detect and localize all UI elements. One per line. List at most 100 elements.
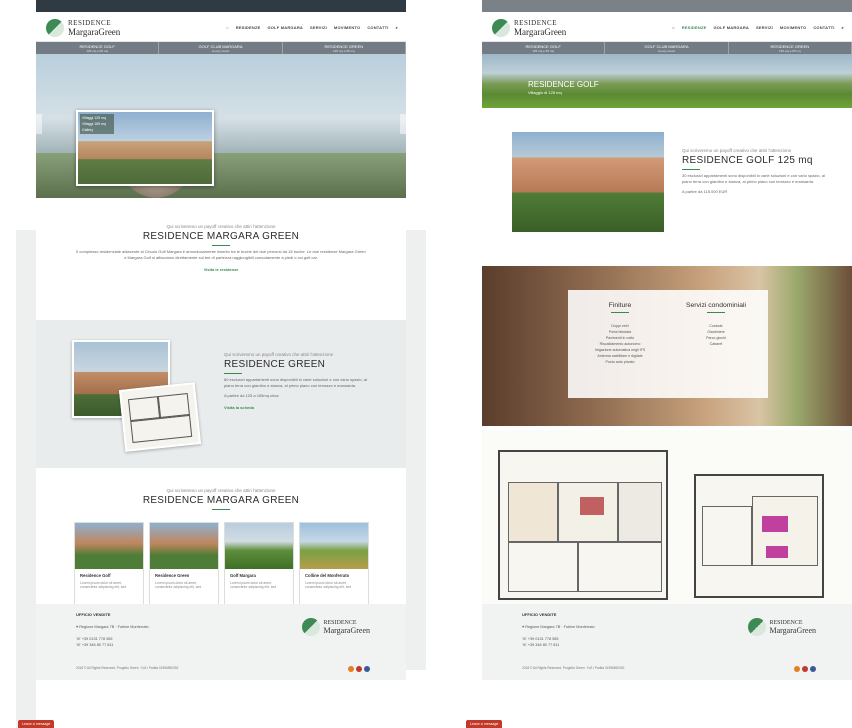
logo[interactable]: RESIDENCE MargaraGreen — [46, 17, 120, 39]
phone-icon: ☏ — [522, 637, 527, 641]
card-image — [225, 523, 293, 569]
card-colline[interactable]: Colline del Monferrato Lorem ipsum dolor… — [299, 522, 369, 608]
main-nav: RESIDENCE MargaraGreen ⌂ RESIDENZE GOLF … — [36, 12, 406, 42]
subnav-golf-club[interactable]: GOLF CLUB MARGARA Luxury resort — [159, 42, 283, 54]
search-icon[interactable]: ⌕ — [396, 25, 398, 30]
card-residence-golf[interactable]: Residence Golf Lorem ipsum dolor sit ame… — [74, 522, 144, 608]
subnav-residence-golf[interactable]: RESIDENCE GOLF 125 mq e 65 mq — [36, 42, 160, 54]
green-price: A partire da 125 a 165mq circa — [224, 393, 279, 398]
menu-item-residenze[interactable]: RESIDENZE — [236, 25, 261, 30]
green-text: 60 esclusivi appartamenti sono disponibi… — [224, 377, 367, 388]
interior-section: Finiture Doppi vetri Porta blindata Pavi… — [482, 266, 852, 426]
photo-overlay-menu: Villaggi 125 mq Villaggi 165 mq Gallery — [80, 114, 114, 134]
card-title: Colline del Monferrato — [305, 573, 350, 578]
leave-message-button[interactable]: Leave a message — [466, 720, 503, 728]
logo[interactable]: RESIDENCE MargaraGreen — [492, 17, 566, 39]
home-icon[interactable]: ⌂ — [672, 25, 675, 30]
slider-prev-arrow[interactable] — [36, 114, 42, 134]
subnav-sub: 125 mq e 65 mq — [86, 49, 108, 53]
card-image — [300, 523, 368, 569]
divider — [611, 312, 629, 313]
subnav-golf-club[interactable]: GOLF CLUB MARGARA Luxury resort — [605, 42, 729, 54]
sales-office: UFFICIO VENDITE ⌖ Regione Margara 7B · F… — [76, 612, 149, 648]
search-icon[interactable]: ⌕ — [842, 25, 844, 30]
copyright: 2018 © All Rights Reserved. Progetto Gre… — [76, 666, 179, 670]
menu-item-servizi[interactable]: SERVIZI — [310, 25, 327, 30]
subnav-residence-green[interactable]: RESIDENCE GREEN 125 mq e 65 mq — [729, 42, 852, 54]
phone-2[interactable]: +39 346 80 77 811 — [528, 643, 560, 647]
logo-icon — [301, 618, 320, 636]
leave-message-button[interactable]: Leave a message — [18, 720, 55, 728]
residence-golf-page-mockup: RESIDENCE MargaraGreen ⌂ RESIDENZE GOLF … — [482, 0, 852, 680]
google-plus-icon[interactable] — [356, 666, 362, 672]
phone-1[interactable]: +39 0131 778 555 — [528, 637, 559, 641]
slider-next-arrow[interactable] — [400, 114, 406, 134]
sub-nav: RESIDENCE GOLF 125 mq e 65 mq GOLF CLUB M… — [36, 42, 406, 54]
residence-photo-card[interactable]: Villaggi 125 mq Villaggi 165 mq Gallery — [76, 110, 214, 186]
subnav-sub: Luxury resort — [211, 49, 230, 53]
card-title: Golf Margara — [230, 573, 256, 578]
visit-card-link[interactable]: Visita la scheda — [224, 405, 374, 410]
social-icons — [794, 666, 816, 672]
office-label: UFFICIO VENDITE — [522, 612, 557, 617]
menu-item-contatti[interactable]: CONTATTI — [813, 25, 834, 30]
google-plus-icon[interactable] — [802, 666, 808, 672]
office-address: Regione Margara 7B · Fubine Monferrato — [79, 625, 149, 629]
phone-icon: ☏ — [522, 643, 527, 647]
intro-section: Qui scriveremo un payoff creativo che at… — [36, 224, 406, 272]
home-icon[interactable]: ⌂ — [226, 25, 229, 30]
divider — [707, 312, 725, 313]
card-title: Residence Green — [155, 573, 190, 578]
menu-item-golf-margara[interactable]: GOLF MARGARA — [714, 25, 750, 30]
social-icons — [348, 666, 370, 672]
homepage-mockup: RESIDENCE MargaraGreen ⌂ RESIDENZE GOLF … — [36, 0, 406, 680]
overlay-item[interactable]: Gallery — [82, 127, 112, 133]
menu-item-golf-margara[interactable]: GOLF MARGARA — [268, 25, 304, 30]
subnav-residence-golf[interactable]: RESIDENCE GOLF 125 mq e 65 mq — [482, 42, 606, 54]
subnav-sub: 125 mq e 65 mq — [332, 49, 355, 53]
menu-item-contatti[interactable]: CONTATTI — [367, 25, 388, 30]
cards-kicker: Qui scriveremo un payoff creativo che at… — [166, 488, 276, 493]
sub-nav: RESIDENCE GOLF 125 mq e 65 mq GOLF CLUB M… — [482, 42, 852, 54]
card-desc: Lorem ipsum dolor sit amet, consectetur … — [305, 581, 352, 590]
intro-text: Il complesso residenziale adiacente al C… — [76, 249, 366, 260]
facebook-icon[interactable] — [364, 666, 370, 672]
rss-icon[interactable] — [794, 666, 800, 672]
location-icon: ⌖ — [522, 625, 525, 629]
subnav-sub: 125 mq e 65 mq — [778, 49, 801, 53]
finiture-title: Finiture — [608, 302, 632, 309]
card-golf-margara[interactable]: Golf Margara Lorem ipsum dolor sit amet,… — [224, 522, 294, 608]
menu: ⌂ RESIDENZE GOLF MARGARA SERVIZI MOVIMEN… — [226, 25, 398, 30]
menu-item-movimento[interactable]: MOVIMENTO — [780, 25, 806, 30]
facebook-icon[interactable] — [810, 666, 816, 672]
intro-title: RESIDENCE MARGARA GREEN — [142, 231, 300, 242]
card-desc: Lorem ipsum dolor sit amet, consectetur … — [155, 581, 202, 590]
floor-plan-ground: PIANO TERRA — [498, 450, 668, 610]
visit-residences-link[interactable]: Visita le residenze — [36, 267, 406, 272]
footer-logo[interactable]: RESIDENCE MargaraGreen — [747, 618, 817, 636]
copyright: 2018 © All Rights Reserved. Progetto Gre… — [522, 666, 625, 670]
cards-section-header: Qui scriveremo un payoff creativo che at… — [36, 488, 406, 513]
subnav-residence-green[interactable]: RESIDENCE GREEN 125 mq e 65 mq — [283, 42, 406, 54]
subnav-sub: 125 mq e 65 mq — [532, 49, 554, 53]
phone-1[interactable]: +39 0131 778 555 — [82, 637, 113, 641]
features-box: Finiture Doppi vetri Porta blindata Pavi… — [568, 290, 768, 398]
servizi-list: Custode Giardiniere Parco giochi Cabaret — [668, 323, 764, 347]
menu-item-movimento[interactable]: MOVIMENTO — [334, 25, 360, 30]
hero-banner: RESIDENCE GOLF Villaggio di 125 mq — [482, 54, 852, 108]
menu-item-servizi[interactable]: SERVIZI — [756, 25, 773, 30]
intro-kicker: Qui scriveremo un payoff creativo che at… — [166, 224, 276, 229]
hero-subtitle: Villaggio di 125 mq — [528, 90, 562, 95]
office-address: Regione Margara 7B · Fubine Monferrato — [525, 625, 595, 629]
green-title: RESIDENCE GREEN — [224, 359, 326, 370]
phone-icon: ☏ — [76, 637, 81, 641]
logo-line2: MargaraGreen — [769, 625, 817, 635]
card-residence-green[interactable]: Residence Green Lorem ipsum dolor sit am… — [149, 522, 219, 608]
divider — [682, 169, 700, 170]
card-title: Residence Golf — [80, 573, 111, 578]
footer-logo[interactable]: RESIDENCE MargaraGreen — [301, 618, 370, 636]
phone-2[interactable]: +39 346 80 77 811 — [82, 643, 114, 647]
menu-item-residenze[interactable]: RESIDENZE — [682, 25, 707, 30]
logo-icon — [46, 19, 64, 37]
rss-icon[interactable] — [348, 666, 354, 672]
